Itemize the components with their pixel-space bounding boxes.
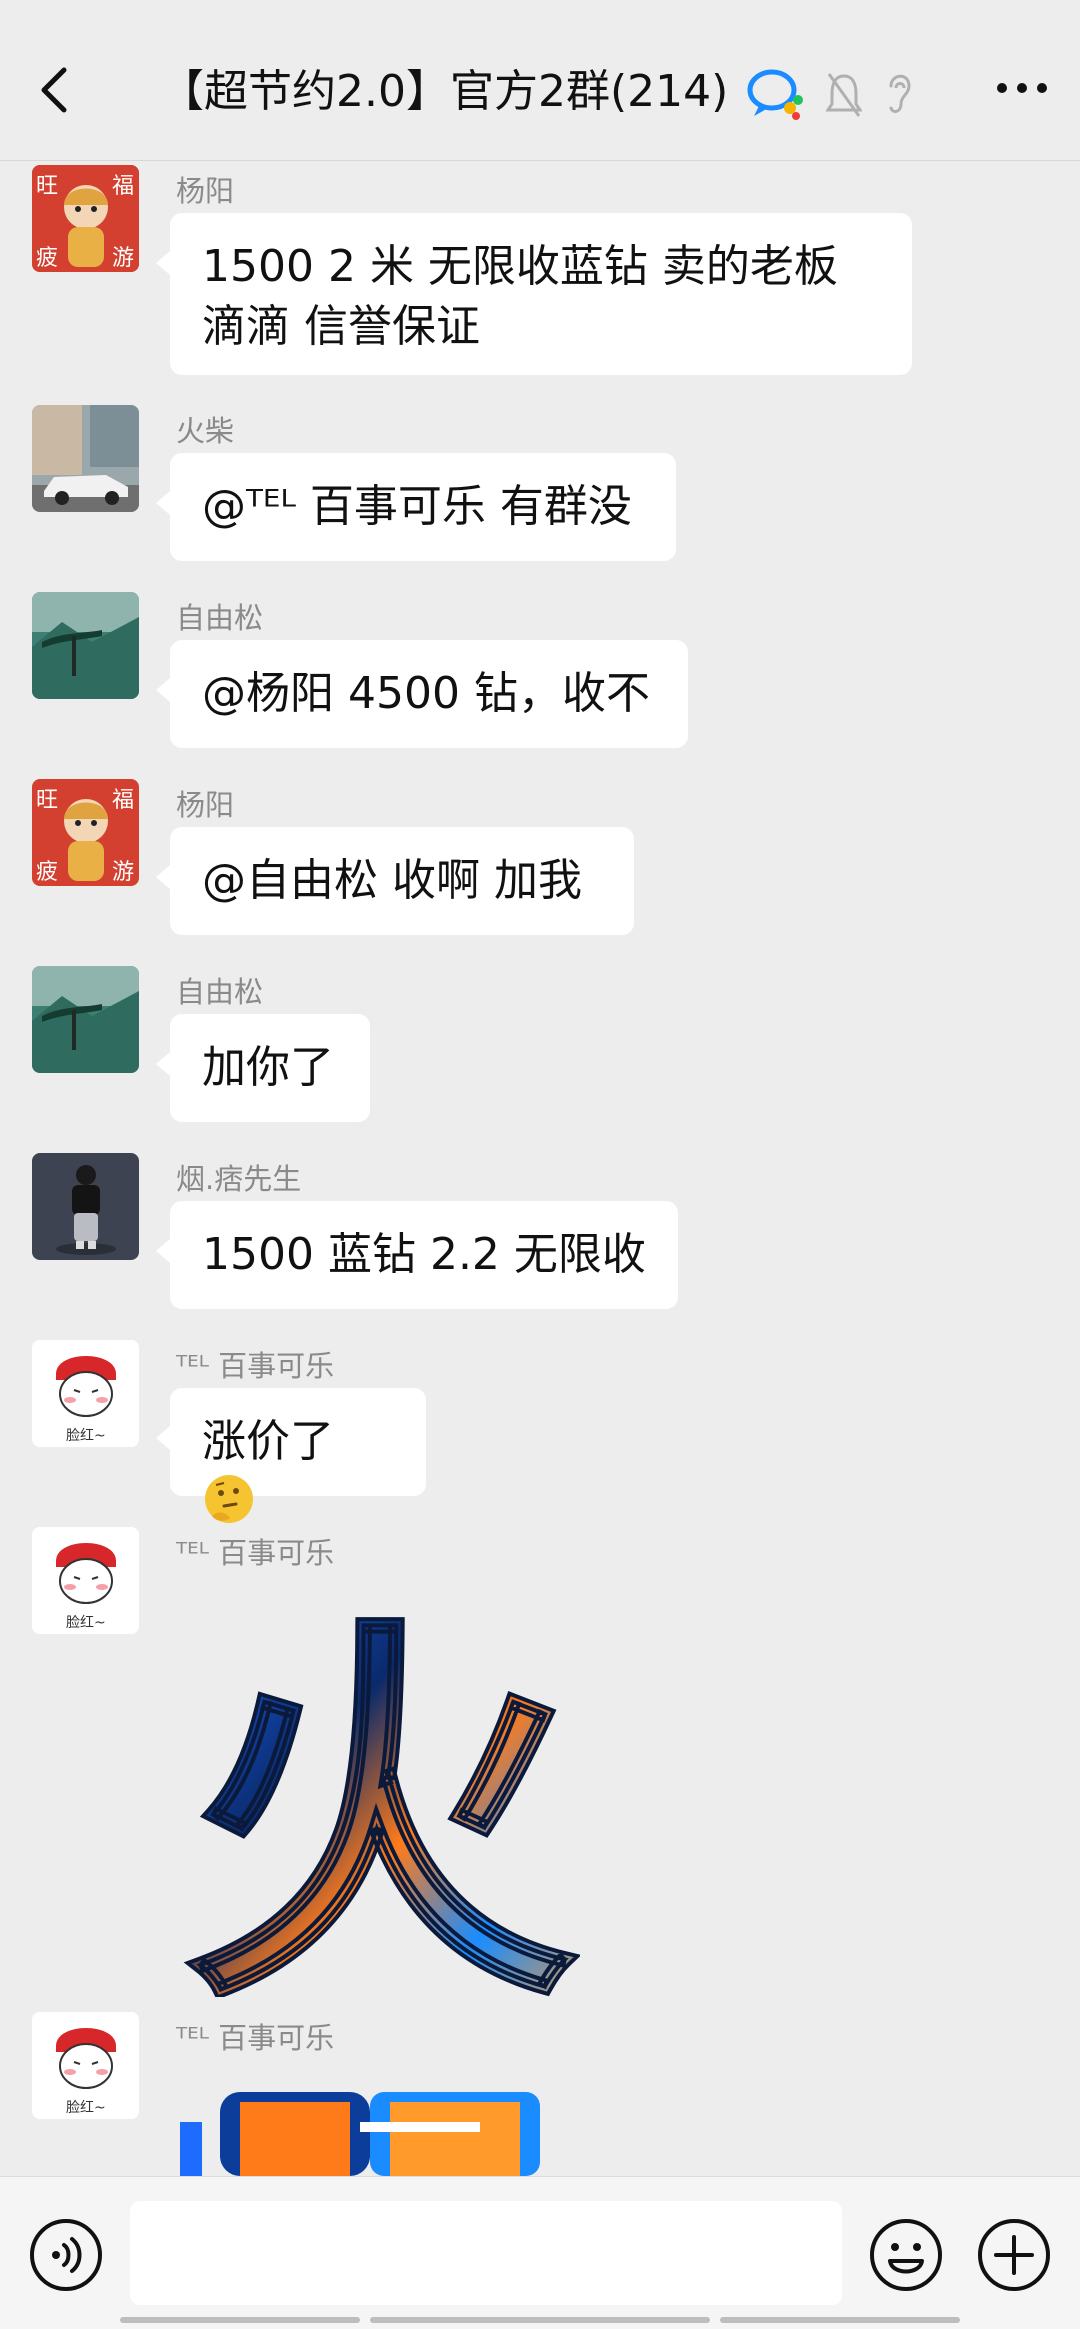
- scroll-indicator: [120, 2317, 360, 2323]
- pine-avatar[interactable]: [32, 966, 139, 1073]
- scroll-indicator: [370, 2317, 710, 2323]
- tiger-char: 游: [112, 246, 134, 271]
- avatar-caption: 脸红~: [66, 1428, 106, 1444]
- tiger-char: 福: [112, 174, 134, 199]
- more-icon[interactable]: [994, 78, 1050, 98]
- message-bubble[interactable]: 涨价了: [156, 1388, 426, 1523]
- sender-name: 自由松: [176, 975, 264, 1009]
- tiger-char: 福: [112, 788, 134, 813]
- message-bubble[interactable]: @自由松 收啊 加我: [156, 827, 634, 935]
- back-icon[interactable]: [30, 60, 80, 120]
- cartoon-avatar[interactable]: 脸红~: [32, 1527, 139, 1634]
- voice-icon[interactable]: [28, 2217, 104, 2293]
- message-bubble[interactable]: @ᵀᴱᴸ 百事可乐 有群没: [156, 453, 676, 561]
- sender-name: 烟.痞先生: [176, 1162, 302, 1196]
- message-bubble[interactable]: @杨阳 4500 钻，收不: [156, 640, 688, 748]
- sender-name: 杨阳: [176, 788, 235, 822]
- plus-icon[interactable]: [976, 2217, 1052, 2293]
- tiger-avatar[interactable]: 旺 福 疲 游: [32, 165, 139, 272]
- tiger-char: 疲: [36, 246, 58, 271]
- tiger-char: 疲: [36, 860, 58, 885]
- tiger-char: 游: [112, 860, 134, 885]
- person-avatar[interactable]: [32, 1153, 139, 1260]
- sticker-char: 火: [180, 1597, 580, 1997]
- message-text: 涨价了: [202, 1416, 334, 1467]
- avatar-caption: 脸红~: [66, 1615, 106, 1631]
- tiger-char: 旺: [36, 788, 58, 813]
- message-bubble[interactable]: 1500 蓝钻 2.2 无限收: [156, 1201, 678, 1309]
- sender-name: 杨阳: [176, 174, 235, 208]
- car-avatar[interactable]: [32, 405, 139, 512]
- chat-bubble-icon[interactable]: [746, 64, 806, 124]
- flame-sticker-partial[interactable]: [180, 2082, 560, 2176]
- message-input[interactable]: [130, 2201, 842, 2305]
- chat-header: 【超节约2.0】官方2群(214): [0, 0, 1080, 161]
- message-bubble[interactable]: 加你了: [156, 1014, 370, 1122]
- pine-avatar[interactable]: [32, 592, 139, 699]
- cartoon-avatar[interactable]: 脸红~: [32, 1340, 139, 1447]
- sender-name: ᵀᴱᴸ 百事可乐: [176, 1349, 335, 1383]
- message-bubble[interactable]: 1500 2 米 无限收蓝钻 卖的老板滴滴 信誉保证: [156, 213, 912, 375]
- sender-name: ᵀᴱᴸ 百事可乐: [176, 1536, 335, 1570]
- mute-bell-icon: [826, 73, 862, 117]
- flame-sticker[interactable]: 火: [180, 1597, 580, 1997]
- sender-name: 火柴: [176, 414, 235, 448]
- chat-title: 【超节约2.0】官方2群(214): [160, 66, 729, 117]
- input-bar: [0, 2176, 1080, 2329]
- cartoon-avatar[interactable]: 脸红~: [32, 2012, 139, 2119]
- thinking-emoji-icon: [205, 1475, 253, 1523]
- tiger-char: 旺: [36, 174, 58, 199]
- sender-name: ᵀᴱᴸ 百事可乐: [176, 2021, 335, 2055]
- emoji-icon[interactable]: [868, 2217, 944, 2293]
- sender-name: 自由松: [176, 601, 264, 635]
- ear-icon: [889, 74, 911, 113]
- scroll-indicator: [720, 2317, 960, 2323]
- tiger-avatar[interactable]: 旺 福 疲 游: [32, 779, 139, 886]
- avatar-caption: 脸红~: [66, 2100, 106, 2116]
